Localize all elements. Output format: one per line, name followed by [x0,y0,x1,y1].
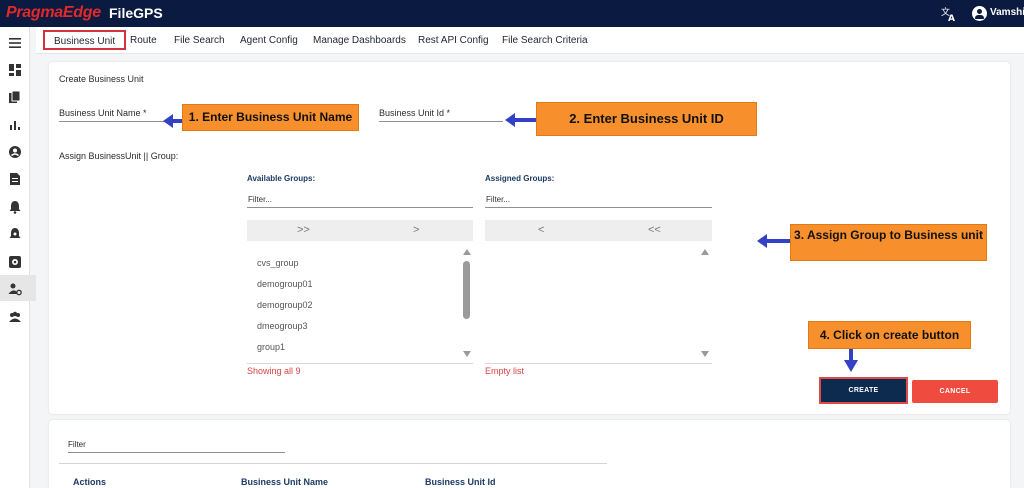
user-settings-icon[interactable] [8,282,22,296]
tab-manage-dashboards[interactable]: Manage Dashboards [313,35,406,46]
assign-group-label: Assign BusinessUnit || Group: [59,151,179,161]
translate-icon[interactable]: 文 A [940,5,958,23]
user-avatar-icon[interactable] [972,6,987,21]
available-groups-list[interactable]: cvs_group demogroup01 demogroup02 dmeogr… [247,243,473,364]
groups-icon[interactable] [8,310,22,324]
tab-business-unit[interactable]: Business Unit [43,30,127,50]
notification-settings-icon[interactable] [8,227,22,241]
tab-file-search-criteria[interactable]: File Search Criteria [502,35,588,46]
account-icon[interactable] [8,145,22,159]
available-groups-title: Available Groups: [247,174,316,183]
available-status: Showing all 9 [247,366,301,376]
menu-icon[interactable] [8,36,22,50]
product-name: FileGPS [109,5,163,21]
list-item[interactable]: group1 [257,342,285,352]
scroll-down-arrow-icon[interactable] [701,351,709,357]
tab-rest-api-config[interactable]: Rest API Config [418,35,489,46]
files-icon[interactable] [8,90,22,104]
list-item[interactable]: dmeogroup3 [257,321,308,331]
scrollbar-thumb[interactable] [463,261,470,319]
business-unit-id-input[interactable] [379,121,503,122]
move-selected-left-button[interactable]: < [538,224,544,236]
business-unit-settings-icon[interactable] [8,255,22,269]
move-all-left-button[interactable]: << [648,224,661,236]
callout-step-2: 2. Enter Business Unit ID [536,102,757,136]
tab-agent-config[interactable]: Agent Config [240,35,298,46]
column-header-business-unit-name[interactable]: Business Unit Name [241,477,328,487]
callout-arrow-tail [766,239,790,243]
assigned-filter-underline [485,207,712,208]
scroll-down-arrow-icon[interactable] [463,351,471,357]
scroll-up-arrow-icon[interactable] [701,249,709,255]
move-selected-right-button[interactable]: > [413,224,419,236]
sidebar [0,27,36,488]
available-move-bar: >> > [247,220,473,241]
business-unit-name-label: Business Unit Name * [59,108,147,118]
available-filter-underline [247,207,473,208]
alert-bell-icon[interactable] [8,200,22,214]
callout-step-3: 3. Assign Group to Business unit [790,224,987,261]
business-unit-name-input[interactable] [59,121,171,122]
callout-arrow-tail [514,118,536,122]
list-item[interactable]: cvs_group [257,258,299,268]
tab-route[interactable]: Route [130,35,157,46]
business-unit-id-label: Business Unit Id * [379,108,451,118]
reports-icon[interactable] [8,118,22,132]
svg-text:A: A [948,14,955,23]
move-all-right-button[interactable]: >> [297,224,310,236]
top-bar: PragmaEdge FileGPS 文 A Vamshi [0,0,1024,27]
table-filter-input[interactable]: Filter [68,440,86,449]
assigned-move-bar: < << [485,220,712,241]
tab-file-search[interactable]: File Search [174,35,225,46]
create-button[interactable]: CREATE [819,377,908,404]
assigned-status: Empty list [485,366,525,376]
user-name[interactable]: Vamshi [990,7,1024,18]
brand-logo: PragmaEdge [6,4,101,21]
assigned-groups-list[interactable] [485,243,712,364]
assigned-filter-input[interactable]: Filter... [486,195,510,204]
assigned-groups-title: Assigned Groups: [485,174,555,183]
business-unit-table-panel [49,420,1010,488]
callout-arrow-icon [844,360,858,372]
available-filter-input[interactable]: Filter... [248,195,272,204]
column-header-business-unit-id[interactable]: Business Unit Id [425,477,496,487]
callout-step-1: 1. Enter Business Unit Name [182,104,359,131]
form-title: Create Business Unit [59,74,144,84]
cancel-button[interactable]: CANCEL [912,380,998,403]
column-header-actions[interactable]: Actions [73,477,106,487]
callout-arrow-tail [172,119,182,123]
document-icon[interactable] [8,172,22,186]
scroll-up-arrow-icon[interactable] [463,249,471,255]
tab-bar: Business Unit Route File Search Agent Co… [36,27,1024,54]
list-item[interactable]: demogroup01 [257,279,313,289]
dashboard-icon[interactable] [8,63,22,77]
list-item[interactable]: demogroup02 [257,300,313,310]
table-divider [59,463,607,464]
table-filter-underline [68,452,285,453]
callout-step-4: 4. Click on create button [808,321,971,349]
